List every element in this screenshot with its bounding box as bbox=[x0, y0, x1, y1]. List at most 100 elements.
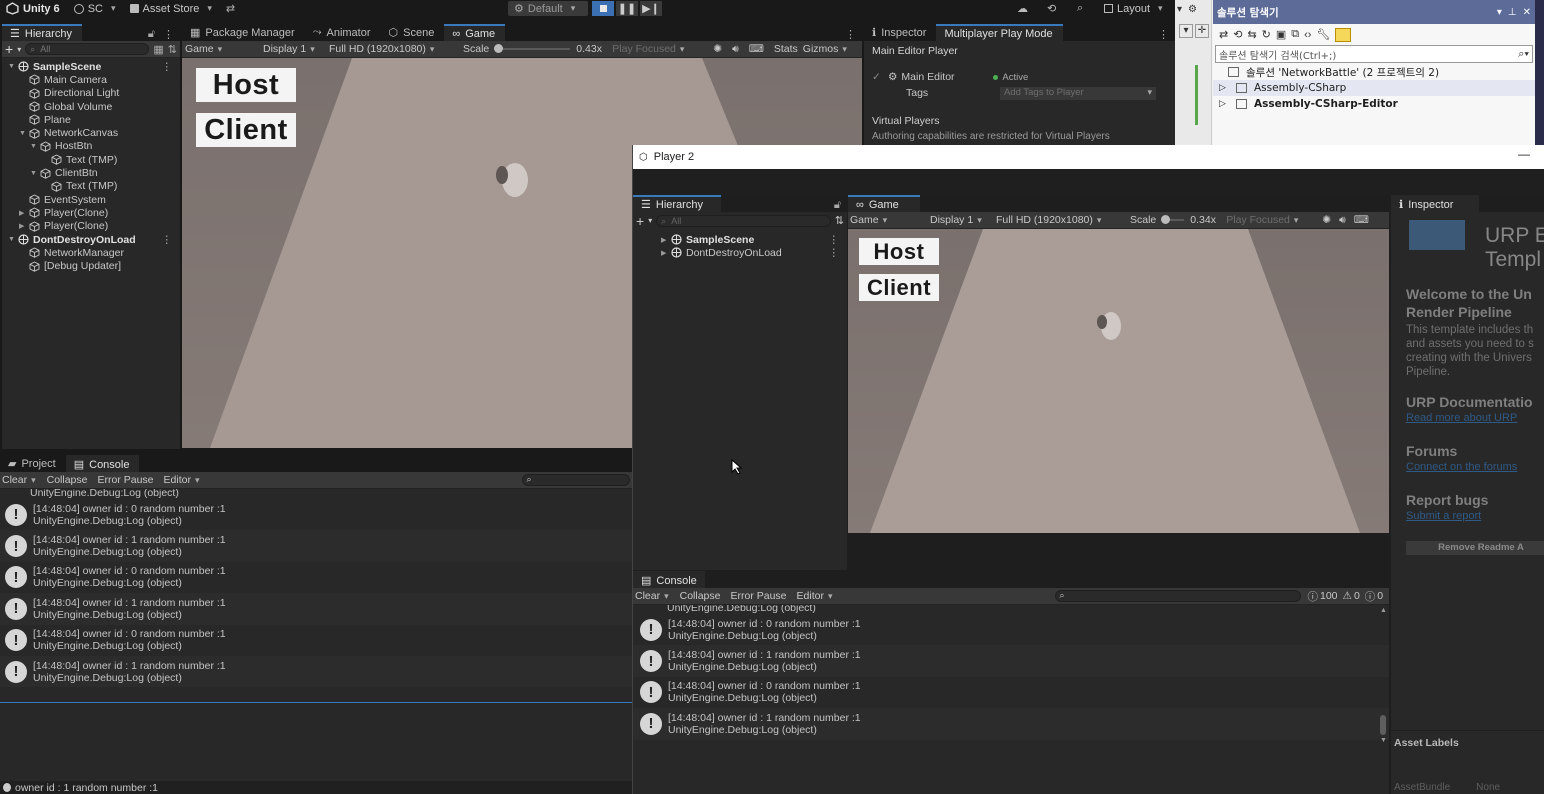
wrench-icon[interactable]: 🔧︎ bbox=[1316, 28, 1330, 41]
hierarchy-item[interactable]: [Debug Updater] bbox=[2, 259, 180, 272]
copy-icon[interactable]: ⧉ bbox=[1291, 28, 1299, 41]
error-pause-button[interactable]: Error Pause bbox=[97, 474, 153, 486]
pause-button[interactable]: ❚❚ bbox=[616, 1, 638, 16]
sync-icon[interactable]: ⇄ bbox=[1219, 28, 1228, 41]
clear-button[interactable]: Clear bbox=[635, 590, 669, 602]
p2-game-view[interactable]: Host Client bbox=[848, 229, 1389, 533]
view-dropdown[interactable]: Game bbox=[185, 43, 263, 55]
tab-game[interactable]: ∞ Game bbox=[848, 195, 920, 212]
editor-dropdown[interactable]: Editor bbox=[797, 590, 833, 602]
error-pause-button[interactable]: Error Pause bbox=[730, 590, 786, 602]
collapse-button[interactable]: Collapse bbox=[47, 474, 88, 486]
chevron-right-icon[interactable]: ▶ bbox=[19, 209, 29, 217]
more-icon[interactable]: ⋮ bbox=[162, 61, 173, 73]
layout-mode-dropdown[interactable]: ⚙ Default bbox=[508, 1, 588, 16]
step-button[interactable]: ▶❙ bbox=[640, 1, 662, 16]
tab-inspector[interactable]: ℹ Inspector bbox=[864, 24, 936, 41]
chevron-down-icon[interactable]: ▾ bbox=[1179, 24, 1193, 38]
unity-menu[interactable]: Unity 6 bbox=[6, 2, 60, 15]
asset-labels-header[interactable]: Asset Labels bbox=[1391, 730, 1544, 750]
dropdown-icon[interactable]: ▾ bbox=[1497, 7, 1502, 18]
search-input[interactable]: ⌕ All bbox=[25, 43, 150, 55]
keyboard-icon[interactable]: ⌨ bbox=[1354, 214, 1369, 226]
slider-thumb[interactable] bbox=[494, 44, 504, 53]
hierarchy-item[interactable]: EventSystem bbox=[2, 193, 180, 206]
chevron-down-icon[interactable]: ▾ bbox=[1177, 4, 1182, 15]
doc-link[interactable]: Read more about URP bbox=[1406, 412, 1517, 424]
log-entry[interactable]: ! [14:48:04] owner id : 0 random number :… bbox=[0, 562, 632, 593]
gear-icon[interactable]: ⚙ bbox=[1188, 4, 1197, 15]
refresh-icon[interactable]: ↻ bbox=[1262, 28, 1271, 41]
log-entry[interactable]: ! [14:48:04] owner id : 0 random number :… bbox=[633, 677, 1389, 708]
add-icon[interactable]: ✛ bbox=[1195, 24, 1209, 38]
chevron-down-icon[interactable]: ▼ bbox=[30, 170, 40, 177]
stats-button[interactable]: Stats bbox=[774, 43, 798, 55]
history-icon[interactable]: ⟲ bbox=[1233, 28, 1242, 41]
hierarchy-item[interactable]: ▶ Player(Clone) bbox=[2, 206, 180, 219]
tab-animator[interactable]: ⤳ Animator bbox=[305, 24, 381, 41]
gizmos-dropdown[interactable]: Gizmos bbox=[803, 43, 847, 55]
preview-toggle[interactable] bbox=[1335, 27, 1352, 42]
more-icon[interactable]: ⋮ bbox=[162, 234, 173, 246]
bug-icon[interactable]: ✺ bbox=[1322, 214, 1331, 226]
search-input[interactable]: ⌕ All bbox=[656, 214, 831, 227]
hierarchy-item[interactable]: Text (TMP) bbox=[2, 180, 180, 193]
log-entry[interactable]: ! [14:48:04] owner id : 0 random number :… bbox=[0, 499, 632, 530]
play-focus-dropdown[interactable]: Play Focused bbox=[612, 43, 708, 55]
log-entry[interactable]: ! [14:48:04] owner id : 0 random number :… bbox=[0, 625, 632, 656]
client-button[interactable]: Client bbox=[859, 274, 939, 301]
more-icon[interactable]: ⋮ bbox=[829, 247, 840, 259]
log-entry[interactable]: ! [14:48:04] owner id : 0 random number :… bbox=[633, 614, 1389, 645]
version-control-icon[interactable]: ⇄ bbox=[226, 2, 235, 15]
asset-store-dropdown[interactable]: Asset Store bbox=[129, 3, 212, 15]
host-button[interactable]: Host bbox=[859, 238, 939, 265]
log-entry[interactable]: ! [14:48:04] owner id : 1 random number :… bbox=[0, 655, 632, 688]
keyboard-icon[interactable]: ⌨ bbox=[749, 43, 764, 55]
audio-icon[interactable]: 🔊︎ bbox=[1339, 214, 1346, 227]
tab-game[interactable]: ∞ Game bbox=[444, 24, 506, 41]
vs-solution-node[interactable]: 솔루션 'NetworkBattle' (2 프로젝트의 2) bbox=[1213, 64, 1535, 80]
tags-dropdown[interactable]: Add Tags to Player bbox=[1000, 86, 1156, 100]
lock-icon[interactable]: 🔓︎ bbox=[148, 28, 155, 41]
log-entry[interactable]: ! [14:48:04] owner id : 1 random number :… bbox=[0, 530, 632, 562]
forums-link[interactable]: Connect on the forums bbox=[1406, 461, 1517, 473]
more-icon[interactable]: ⋮ bbox=[1158, 28, 1175, 41]
pin-icon[interactable]: ⊥ bbox=[1508, 7, 1517, 18]
search-icon[interactable]: ⌕ bbox=[1077, 2, 1083, 15]
chevron-right-icon[interactable]: ▷ bbox=[1219, 83, 1229, 93]
warning-count-toggle[interactable]: ⚠ 0 bbox=[1343, 590, 1360, 602]
more-icon[interactable]: ⋮ bbox=[829, 234, 840, 246]
filter-icon[interactable]: ▦ bbox=[153, 43, 163, 56]
chevron-down-icon[interactable]: ▼ bbox=[19, 130, 29, 137]
add-icon[interactable]: + bbox=[5, 41, 13, 57]
more-icon[interactable]: ⋮ bbox=[163, 28, 174, 41]
log-entry[interactable]: ! [14:48:04] owner id : 1 random number :… bbox=[633, 708, 1389, 740]
console-scrollbar[interactable]: ▲ ▼ bbox=[1379, 605, 1387, 745]
vs-project-node[interactable]: ▷ Assembly-CSharp-Editor bbox=[1213, 96, 1535, 112]
status-bar[interactable]: owner id : 1 random number :1 bbox=[0, 781, 632, 794]
chevron-down-icon[interactable]: ▼ bbox=[30, 143, 40, 150]
hierarchy-scene[interactable]: ▼ DontDestroyOnLoad ⋮ bbox=[2, 233, 180, 246]
play-button[interactable] bbox=[592, 1, 614, 16]
tab-multiplayer-play-mode[interactable]: Multiplayer Play Mode bbox=[936, 24, 1063, 41]
chevron-right-icon[interactable]: ▷ bbox=[1219, 99, 1229, 109]
back-icon[interactable]: ⇆ bbox=[1247, 28, 1256, 41]
chevron-right-icon[interactable]: ▶ bbox=[661, 249, 671, 257]
cloud-icon[interactable]: ☁ bbox=[1017, 2, 1028, 15]
hierarchy-item[interactable]: ▼ ClientBtn bbox=[2, 166, 180, 179]
tab-hierarchy[interactable]: ☰ Hierarchy bbox=[2, 24, 82, 41]
hierarchy-item[interactable]: Global Volume bbox=[2, 100, 180, 113]
log-entry-partial[interactable]: UnityEngine.Debug:Log (object) bbox=[633, 605, 1389, 614]
slider-thumb[interactable] bbox=[1161, 215, 1171, 224]
collapse-button[interactable]: Collapse bbox=[680, 590, 721, 602]
asset-bundle-value[interactable]: None bbox=[1476, 782, 1500, 793]
log-entry[interactable]: ! [14:48:04] owner id : 1 random number :… bbox=[0, 593, 632, 625]
hierarchy-item[interactable]: ▼ NetworkCanvas bbox=[2, 126, 180, 139]
bugs-link[interactable]: Submit a report bbox=[1406, 510, 1481, 522]
scroll-thumb[interactable] bbox=[1380, 715, 1386, 735]
clear-button[interactable]: Clear bbox=[2, 474, 36, 486]
hierarchy-item[interactable]: Main Camera bbox=[2, 73, 180, 86]
add-icon[interactable]: + bbox=[636, 213, 644, 229]
display-dropdown[interactable]: Display 1 bbox=[930, 214, 996, 226]
audio-icon[interactable]: 🔊︎ bbox=[732, 43, 739, 56]
